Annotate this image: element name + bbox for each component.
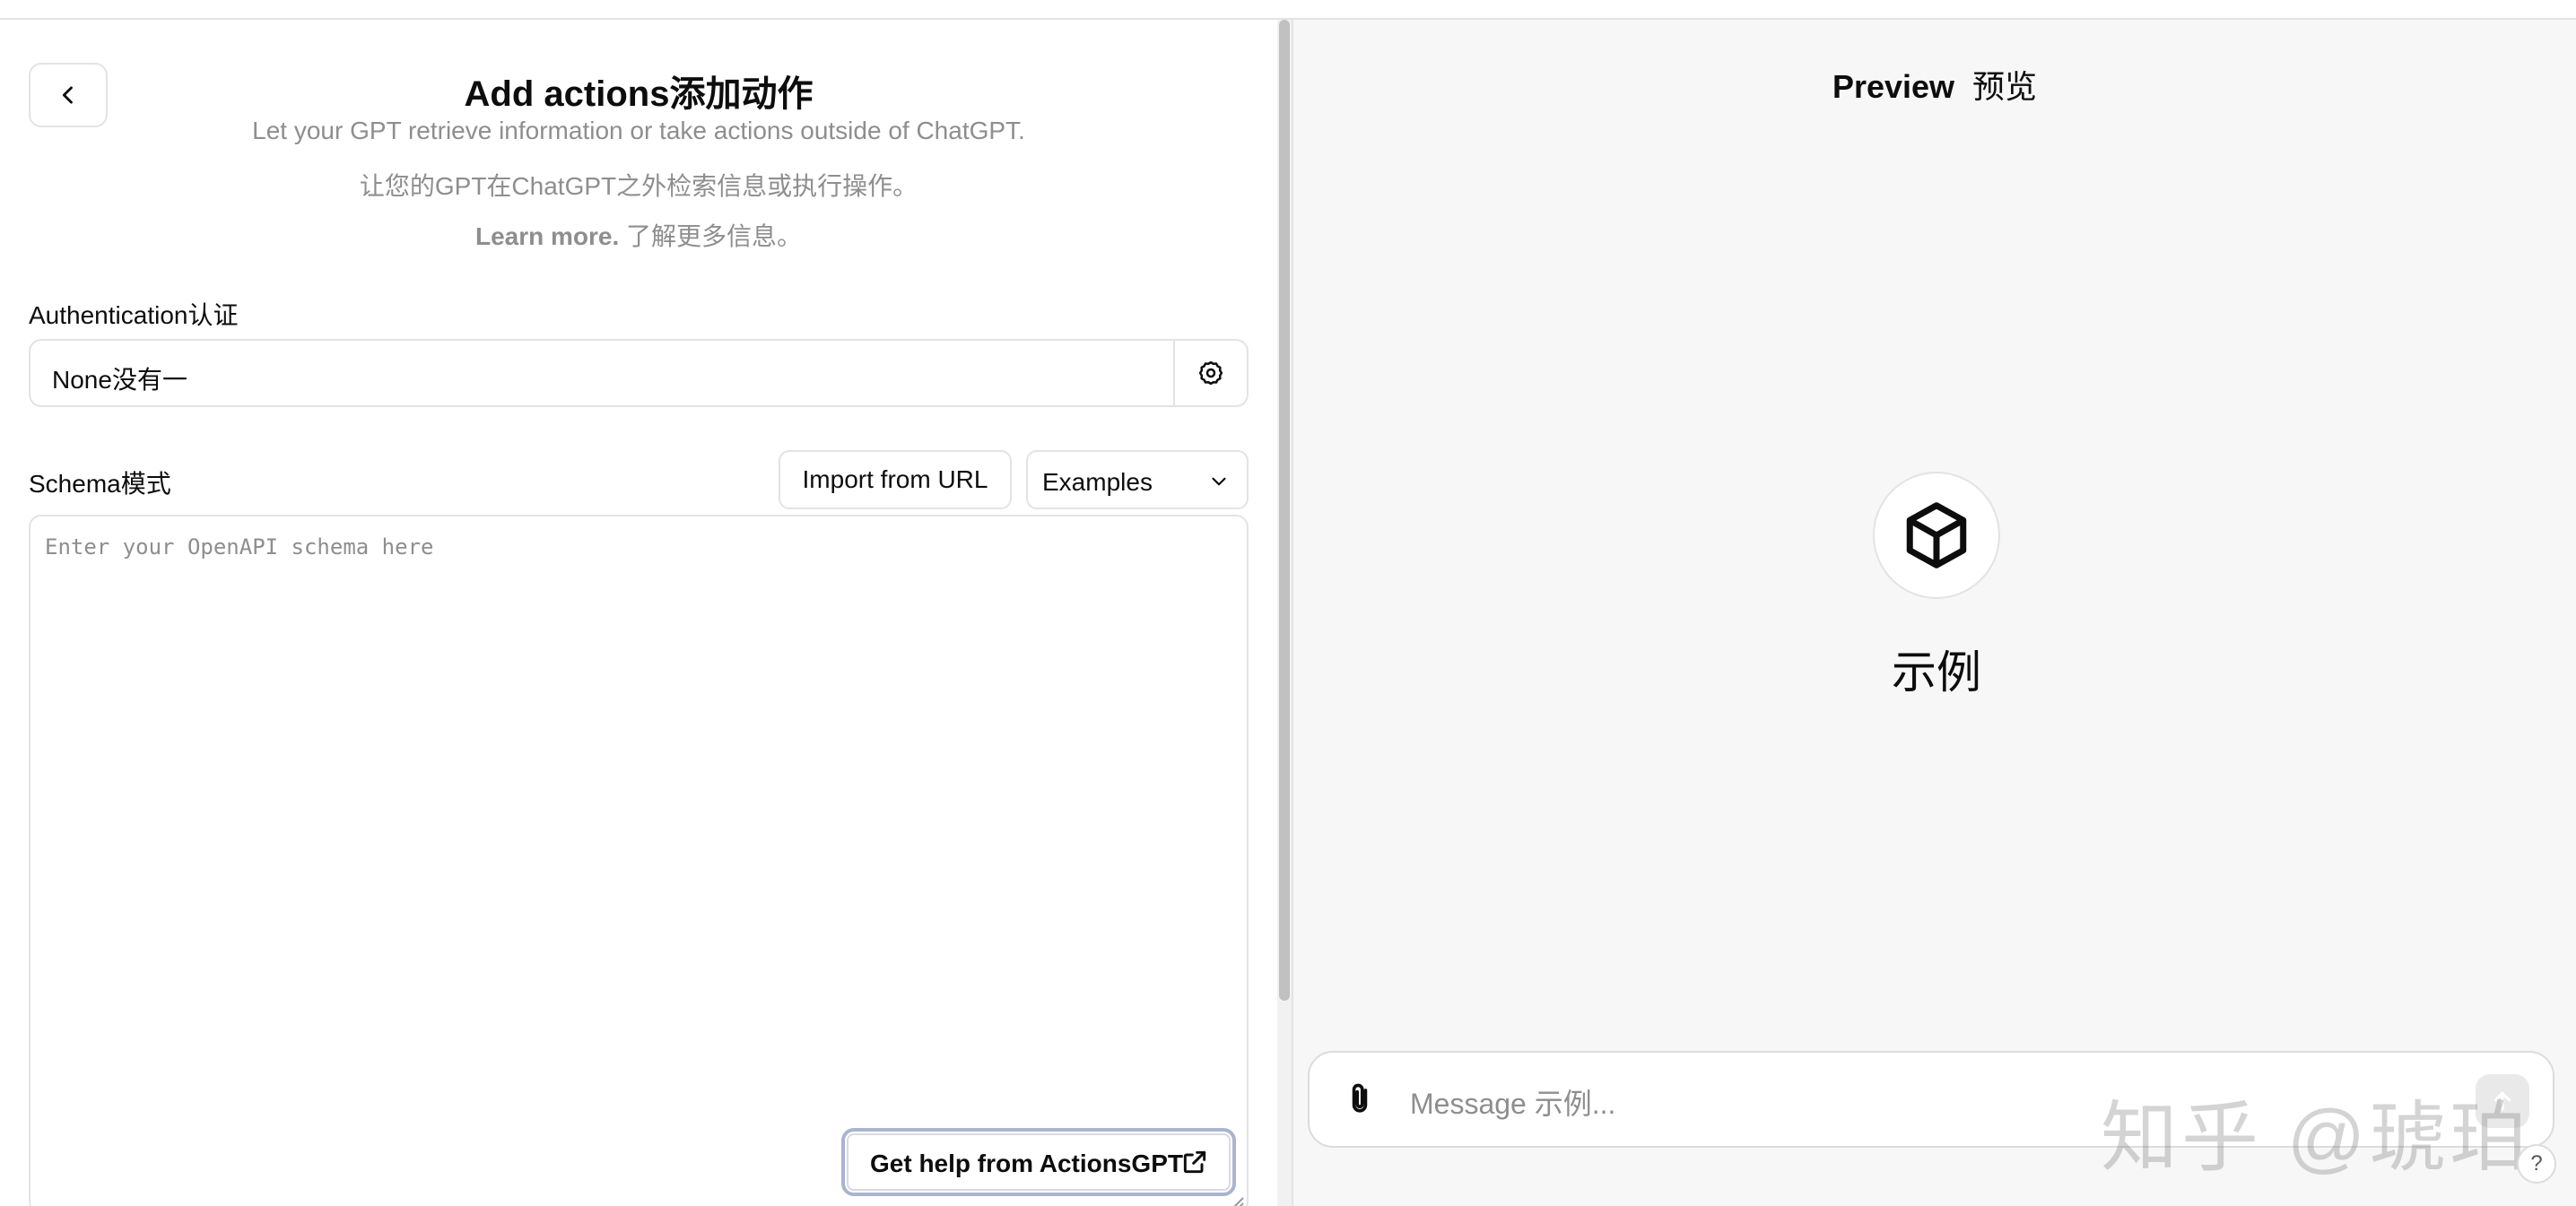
subtitle-chinese: 让您的GPT在ChatGPT之外检索信息或执行操作。 — [359, 172, 918, 200]
schema-label: Schema模式 — [29, 470, 171, 498]
preview-title-chinese: 预览 — [1972, 68, 2038, 105]
authentication-settings-button[interactable] — [1173, 341, 1247, 405]
help-button[interactable]: ? — [2517, 1144, 2556, 1184]
left-pane-scrollbar[interactable] — [1277, 20, 1292, 1206]
action-editor-pane: Add actions添加动作 Let your GPT retrieve in… — [0, 20, 1277, 1206]
learn-more-link[interactable]: Learn more. — [475, 222, 619, 250]
subtitle-english: Let your GPT retrieve information or tak… — [252, 117, 1025, 144]
examples-dropdown[interactable]: Examples — [1026, 450, 1249, 509]
resize-handle-icon[interactable] — [1229, 1194, 1245, 1206]
message-input[interactable]: Message 示例... — [1410, 1081, 1615, 1123]
scrollbar-thumb[interactable] — [1279, 20, 1290, 1001]
gear-icon — [1198, 360, 1223, 386]
page-title: Add actions添加动作 — [464, 74, 814, 114]
cube-icon — [1906, 502, 1967, 568]
get-help-label: Get help from ActionsGPT — [870, 1150, 1183, 1177]
authentication-label: Authentication认证 — [29, 301, 239, 329]
preview-title: Preview 预览 — [1293, 61, 2576, 108]
import-from-url-button[interactable]: Import from URL — [779, 450, 1012, 509]
authentication-field[interactable]: None没有一 — [29, 339, 1249, 407]
gpt-name: 示例 — [1892, 647, 1981, 698]
paperclip-icon[interactable] — [1340, 1080, 1379, 1119]
examples-dropdown-label: Examples — [1042, 468, 1153, 496]
schema-editor[interactable]: Enter your OpenAPI schema here — [29, 515, 1249, 1206]
external-link-icon — [1183, 1150, 1206, 1174]
watermark: 知乎 @琥珀 — [2101, 1095, 2531, 1181]
learn-more-chinese: 了解更多信息。 — [619, 222, 803, 250]
preview-pane: Preview 预览 示例 Message 示例... 知乎 @琥珀 ? — [1293, 20, 2576, 1206]
preview-title-english: Preview — [1832, 68, 1955, 105]
gpt-avatar — [1873, 472, 2000, 599]
schema-placeholder: Enter your OpenAPI schema here — [45, 534, 434, 560]
get-help-actionsgpt-button[interactable]: Get help from ActionsGPT — [841, 1128, 1236, 1196]
chevron-down-icon — [1212, 477, 1226, 486]
top-border — [0, 0, 2576, 20]
learn-more-line: Learn more. 了解更多信息。 — [0, 217, 1277, 253]
authentication-value: None没有一 — [52, 366, 187, 394]
